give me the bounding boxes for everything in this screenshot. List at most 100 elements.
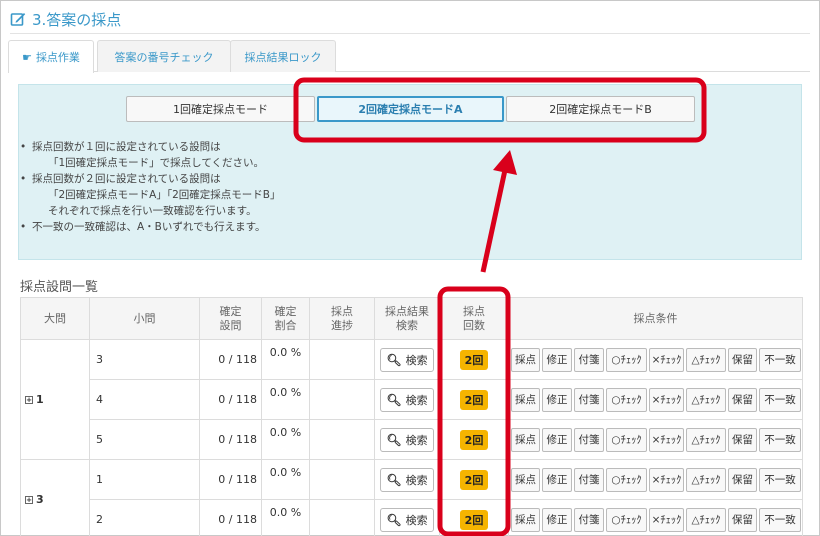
condition-button[interactable]: ×ﾁｪｯｸ xyxy=(649,347,684,372)
conditions-cell: 採点 修正 付箋 ○ﾁｪｯｸ ×ﾁｪｯｸ △ﾁｪｯｸ 保留 不一致 xyxy=(508,379,803,420)
table-row: 20 / 118 0.0 % 🔍︎ 検索 2回 採点 修正 付箋 ○ﾁｪｯｸ ×ﾁｪｯｸ △ﾁｪｯｸ… xyxy=(21,499,803,536)
small-question-cell: 4 xyxy=(89,379,200,420)
progress-cell xyxy=(309,419,375,460)
search-button[interactable]: 🔍︎ 検索 xyxy=(380,427,434,452)
confirmed-ratio-cell: 0.0 % xyxy=(261,499,310,536)
condition-button[interactable]: 修正 xyxy=(542,427,572,452)
table-row: 40 / 118 0.0 % 🔍︎ 検索 2回 採点 修正 付箋 ○ﾁｪｯｸ ×ﾁｪｯｸ △ﾁｪｯｸ… xyxy=(21,379,803,420)
confirmed-count-cell: 0 / 118 xyxy=(199,419,262,460)
expand-icon[interactable]: + xyxy=(25,396,33,404)
big-question-number: 1 xyxy=(36,393,44,406)
condition-button[interactable]: ×ﾁｪｯｸ xyxy=(649,427,684,452)
big-question-cell[interactable]: +3 xyxy=(20,459,90,536)
condition-button[interactable]: ○ﾁｪｯｸ xyxy=(606,387,647,412)
expand-icon[interactable]: + xyxy=(25,496,33,504)
condition-button[interactable]: 保留 xyxy=(728,507,757,532)
condition-button[interactable]: ×ﾁｪｯｸ xyxy=(649,507,684,532)
tab-bar: ☛ 採点作業 答案の番号チェック 採点結果ロック xyxy=(8,40,810,73)
condition-button[interactable]: △ﾁｪｯｸ xyxy=(686,507,726,532)
condition-button[interactable]: ×ﾁｪｯｸ xyxy=(649,467,684,492)
condition-button[interactable]: △ﾁｪｯｸ xyxy=(686,427,726,452)
mode-2a-label: 2回確定採点モードA xyxy=(358,103,463,116)
condition-button[interactable]: 保留 xyxy=(728,387,757,412)
search-button[interactable]: 🔍︎ 検索 xyxy=(380,387,434,412)
condition-button[interactable]: 採点 xyxy=(511,427,540,452)
condition-button[interactable]: 採点 xyxy=(511,347,540,372)
progress-cell xyxy=(309,379,375,420)
condition-button[interactable]: ○ﾁｪｯｸ xyxy=(606,467,647,492)
tab-label: 採点結果ロック xyxy=(244,50,322,64)
condition-button[interactable]: 保留 xyxy=(728,347,757,372)
search-button[interactable]: 🔍︎ 検索 xyxy=(380,347,434,372)
mode-2a-button[interactable]: 2回確定採点モードA xyxy=(317,96,504,122)
condition-button[interactable]: 保留 xyxy=(728,467,757,492)
condition-button[interactable]: △ﾁｪｯｸ xyxy=(686,467,726,492)
question-table: 大問 小問 確定 設問 確定 割合 採点 進捗 採点結果 検索 採点 回数 採点条件 +1… xyxy=(20,297,803,536)
tab-scoring-work[interactable]: ☛ 採点作業 xyxy=(8,40,94,73)
count-badge: 2回 xyxy=(459,349,489,370)
count-badge: 2回 xyxy=(459,509,489,530)
condition-button[interactable]: 保留 xyxy=(728,427,757,452)
condition-button[interactable]: 修正 xyxy=(542,387,572,412)
condition-button[interactable]: 付箋 xyxy=(574,427,604,452)
condition-button[interactable]: ○ﾁｪｯｸ xyxy=(606,347,647,372)
pointing-hand-icon: ☛ xyxy=(22,50,32,64)
condition-button[interactable]: 不一致 xyxy=(759,427,801,452)
table-row: +1 3 0 / 118 0.0 % 🔍︎ 検索 2回 採点 修正 付箋 ○ﾁｪｯｸ ×ﾁｪｯｸ △ﾁｪ… xyxy=(20,339,803,460)
condition-button[interactable]: 採点 xyxy=(511,467,540,492)
condition-button[interactable]: ○ﾁｪｯｸ xyxy=(606,507,647,532)
search-cell: 🔍︎ 検索 xyxy=(374,379,440,420)
confirmed-count-cell: 0 / 118 xyxy=(199,339,262,380)
condition-button[interactable]: ○ﾁｪｯｸ xyxy=(606,427,647,452)
condition-button[interactable]: △ﾁｪｯｸ xyxy=(686,347,726,372)
confirmed-ratio-cell: 0.0 % xyxy=(261,419,310,460)
small-question-cell: 2 xyxy=(89,499,200,536)
note-line: 「1回確定採点モード」で採点してください。 xyxy=(48,157,265,169)
header-conditions: 採点条件 xyxy=(508,297,803,340)
condition-button[interactable]: 採点 xyxy=(511,387,540,412)
conditions-cell: 採点 修正 付箋 ○ﾁｪｯｸ ×ﾁｪｯｸ △ﾁｪｯｸ 保留 不一致 xyxy=(508,339,803,380)
header-ratio: 確定 割合 xyxy=(261,297,310,340)
condition-button[interactable]: 不一致 xyxy=(759,507,801,532)
count-badge: 2回 xyxy=(459,429,489,450)
condition-button[interactable]: 付箋 xyxy=(574,387,604,412)
small-question-cell: 1 xyxy=(89,459,200,500)
tab-result-lock[interactable]: 採点結果ロック xyxy=(230,40,336,72)
condition-button[interactable]: 不一致 xyxy=(759,467,801,492)
count-cell: 2回 xyxy=(439,459,509,500)
condition-button[interactable]: 採点 xyxy=(511,507,540,532)
mode-1-button[interactable]: 1回確定採点モード xyxy=(126,96,315,122)
search-button[interactable]: 🔍︎ 検索 xyxy=(380,507,434,532)
table-row: 50 / 118 0.0 % 🔍︎ 検索 2回 採点 修正 付箋 ○ﾁｪｯｸ ×ﾁｪｯｸ △ﾁｪｯｸ… xyxy=(21,419,803,460)
note-line: 「2回確定採点モードA」「2回確定採点モードB」 xyxy=(48,189,281,201)
condition-button[interactable]: 修正 xyxy=(542,507,572,532)
search-icon: 🔍︎ xyxy=(386,392,402,407)
edit-icon xyxy=(10,13,26,26)
count-badge: 2回 xyxy=(459,469,489,490)
note-line: 採点回数が１回に設定されている設問は xyxy=(20,139,281,155)
small-question-cell: 5 xyxy=(89,419,200,460)
condition-button[interactable]: △ﾁｪｯｸ xyxy=(686,387,726,412)
confirmed-count-cell: 0 / 118 xyxy=(199,459,262,500)
condition-button[interactable]: ×ﾁｪｯｸ xyxy=(649,387,684,412)
tab-answer-number-check[interactable]: 答案の番号チェック xyxy=(97,40,231,72)
condition-button[interactable]: 付箋 xyxy=(574,507,604,532)
big-question-cell[interactable]: +1 xyxy=(20,339,90,460)
search-button[interactable]: 🔍︎ 検索 xyxy=(380,467,434,492)
condition-button[interactable]: 修正 xyxy=(542,467,572,492)
condition-button[interactable]: 不一致 xyxy=(759,347,801,372)
condition-button[interactable]: 修正 xyxy=(542,347,572,372)
section-title-text: 3.答案の採点 xyxy=(32,10,122,29)
conditions-cell: 採点 修正 付箋 ○ﾁｪｯｸ ×ﾁｪｯｸ △ﾁｪｯｸ 保留 不一致 xyxy=(508,459,803,500)
note-line: 不一致の一致確認は、A・Bいずれでも行えます。 xyxy=(20,219,281,235)
condition-button[interactable]: 付箋 xyxy=(574,467,604,492)
header-big-question: 大問 xyxy=(20,297,90,340)
mode-2b-button[interactable]: 2回確定採点モードB xyxy=(506,96,695,122)
conditions-cell: 採点 修正 付箋 ○ﾁｪｯｸ ×ﾁｪｯｸ △ﾁｪｯｸ 保留 不一致 xyxy=(508,419,803,460)
search-icon: 🔍︎ xyxy=(386,432,402,447)
question-list-title: 採点設問一覧 xyxy=(20,280,99,295)
search-cell: 🔍︎ 検索 xyxy=(374,499,440,536)
condition-button[interactable]: 不一致 xyxy=(759,387,801,412)
count-cell: 2回 xyxy=(439,419,509,460)
condition-button[interactable]: 付箋 xyxy=(574,347,604,372)
